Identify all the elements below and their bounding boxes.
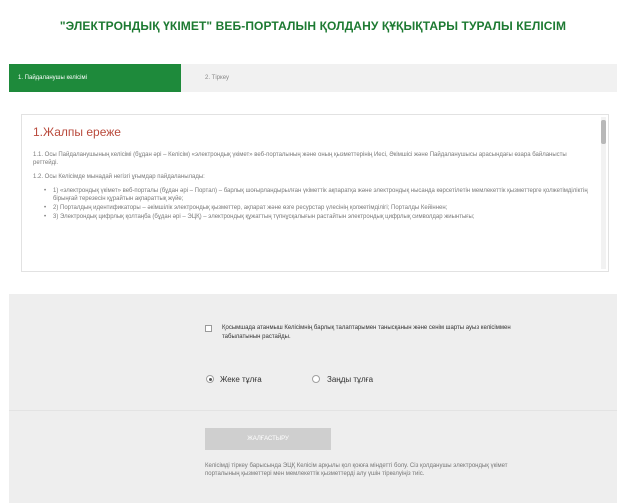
agreement-list: 1) «электрондық үкімет» веб-порталы (бұд… bbox=[44, 187, 588, 221]
registration-note: Келісімді тіркеу барысында ЭЦҚ Келісім а… bbox=[205, 463, 508, 477]
divider bbox=[9, 410, 617, 411]
continue-button[interactable]: ЖАЛҒАСТЫРУ bbox=[205, 428, 331, 450]
scrollbar-thumb[interactable] bbox=[601, 120, 606, 144]
individual-radio-label[interactable]: Жеке тұлға bbox=[220, 375, 262, 384]
legal-entity-radio[interactable] bbox=[312, 375, 320, 383]
legal-entity-radio-label[interactable]: Заңды тұлға bbox=[327, 375, 373, 384]
agreement-section-heading: 1.Жалпы ереже bbox=[33, 125, 121, 139]
agreement-paragraph: 1.2. Осы Келісімде мынадай негізгі ұғымд… bbox=[33, 174, 205, 180]
step-tabs: 1. Пайдаланушы келісімі 2. Тіркеу bbox=[9, 64, 617, 92]
tab-user-agreement[interactable]: 1. Пайдаланушы келісімі bbox=[9, 64, 181, 92]
text-fade-overlay bbox=[22, 237, 608, 271]
page-title: "ЭЛЕКТРОНДЫҚ ҮКІМЕТ" ВЕБ-ПОРТАЛЫН ҚОЛДАН… bbox=[59, 19, 567, 33]
list-item: 3) Электрондық цифрлық қолтаңба (бұдан ә… bbox=[44, 213, 588, 221]
list-item: 1) «электрондық үкімет» веб-порталы (бұд… bbox=[44, 187, 588, 203]
consent-label: Қосымшада атанмыш Келісімнің барлық тала… bbox=[222, 325, 511, 340]
tab-registration[interactable]: 2. Тіркеу bbox=[205, 64, 229, 92]
agreement-paragraph: 1.1. Осы Пайдаланушының келісімі (бұдан … bbox=[33, 152, 567, 166]
consent-checkbox[interactable] bbox=[205, 325, 212, 332]
individual-radio[interactable] bbox=[206, 375, 214, 383]
list-item: 2) Порталдың идентификаторы – әкімшілік … bbox=[44, 204, 588, 212]
agreement-text-box[interactable]: 1.Жалпы ереже 1.1. Осы Пайдаланушының ке… bbox=[21, 114, 609, 272]
